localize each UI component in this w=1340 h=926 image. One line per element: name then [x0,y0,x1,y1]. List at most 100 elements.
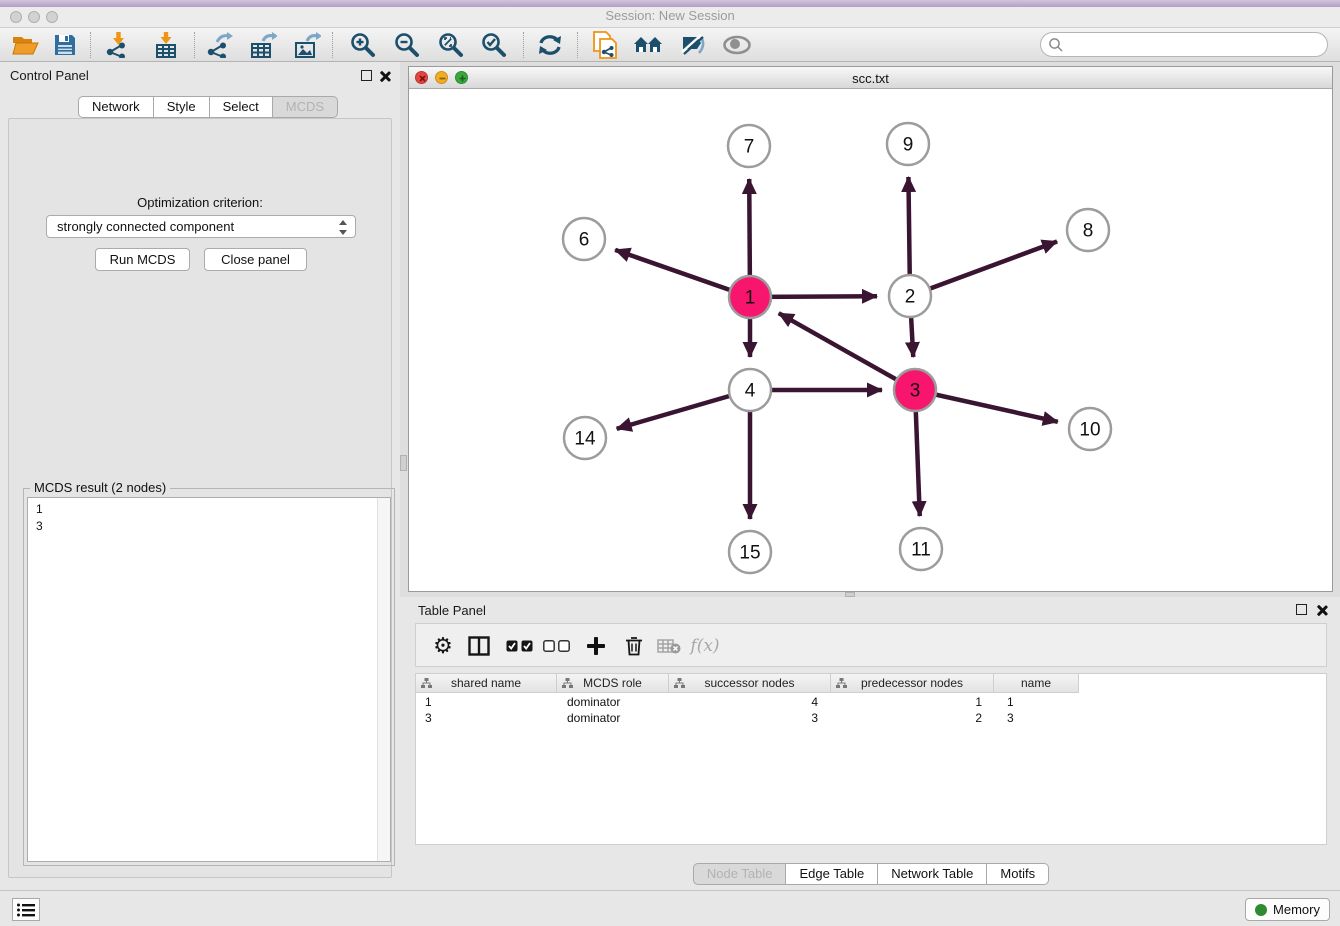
mcds-panel: Optimization criterion: strongly connect… [8,118,392,878]
tab-mcds[interactable]: MCDS [273,96,338,118]
zoom-fit-button[interactable] [432,31,470,59]
graph-node-9[interactable]: 9 [887,123,929,165]
table-row[interactable]: 3dominator323 [416,710,1084,726]
table-panel-title: Table Panel [418,603,486,618]
tab-node-table[interactable]: Node Table [693,863,787,885]
delete-column-button[interactable] [617,624,651,668]
toolbar-separator [90,32,91,58]
close-panel-icon[interactable] [379,70,391,82]
tab-network[interactable]: Network [78,96,154,118]
column-header-MCDS-role[interactable]: MCDS role [557,674,669,693]
tab-style[interactable]: Style [154,96,210,118]
close-panel-icon[interactable] [1316,604,1328,616]
export-network-button[interactable] [200,31,238,59]
table-row[interactable]: 1dominator411 [416,694,1084,710]
vertical-splitter-grip[interactable] [400,455,407,471]
zoom-selected-button[interactable] [475,31,513,59]
graph-node-7[interactable]: 7 [728,125,770,167]
graph-node-1[interactable]: 1 [729,276,771,318]
show-columns-button[interactable] [462,624,496,668]
show-details-button[interactable] [718,31,756,59]
graph-edge-2-8[interactable] [910,241,1057,296]
neighbors-button[interactable] [630,31,668,59]
main-toolbar [0,28,1340,62]
select-all-button[interactable] [502,624,536,668]
column-header-predecessor-nodes[interactable]: predecessor nodes [831,674,994,693]
graph-node-14[interactable]: 14 [564,417,606,459]
add-column-button[interactable] [579,624,613,668]
graph-node-6[interactable]: 6 [563,218,605,260]
result-scrollbar[interactable] [377,498,390,861]
function-builder-button[interactable]: f(x) [688,624,722,668]
tab-motifs[interactable]: Motifs [987,863,1049,885]
toolbar-separator [523,32,524,58]
zoom-out-icon [394,32,420,58]
graph-node-10[interactable]: 10 [1069,408,1111,450]
delete-table-button[interactable] [652,624,686,668]
export-image-icon [293,32,321,58]
select-stepper-icon [338,219,348,242]
table-cell: 3 [671,710,834,726]
table-panel: Table Panel ⚙ [408,597,1334,888]
export-table-button[interactable] [244,31,282,59]
tab-select[interactable]: Select [210,96,273,118]
network-window: scc.txt 7 9 6 8 1 2 4 3 14 10 15 11 [408,66,1333,592]
graph-node-8[interactable]: 8 [1067,209,1109,251]
graph-node-4[interactable]: 4 [729,369,771,411]
column-header-successor-nodes[interactable]: successor nodes [669,674,831,693]
mcds-result-fieldset: MCDS result (2 nodes) 13 [23,488,395,866]
open-session-button[interactable] [6,31,44,59]
tab-network-table[interactable]: Network Table [878,863,987,885]
deselect-all-button[interactable] [539,624,573,668]
zoom-out-button[interactable] [388,31,426,59]
search-input[interactable] [1064,37,1327,52]
node-label: 9 [903,135,914,156]
zoom-fit-icon [438,32,464,58]
table-settings-button[interactable]: ⚙ [426,624,460,668]
close-panel-button[interactable]: Close panel [204,248,307,271]
column-header-label: MCDS role [583,676,642,690]
control-panel-tabs: NetworkStyleSelectMCDS [78,96,338,118]
import-table-icon [153,32,179,58]
edges-layer [615,177,1058,519]
criterion-select[interactable]: strongly connected component [46,215,356,238]
export-table-icon [249,32,277,58]
table-panel-tabs: Node TableEdge TableNetwork TableMotifs [408,863,1334,885]
optimization-criterion-label: Optimization criterion: [9,195,391,210]
float-panel-icon[interactable] [1296,604,1307,615]
graph-node-15[interactable]: 15 [729,531,771,573]
column-header-label: shared name [451,676,521,690]
mcds-result-text[interactable]: 13 [27,497,391,862]
clone-network-button[interactable] [586,31,624,59]
tab-edge-table[interactable]: Edge Table [786,863,878,885]
import-network-button[interactable] [99,31,137,59]
refresh-layout-button[interactable] [531,31,569,59]
delete-table-icon [657,638,681,654]
node-label: 7 [744,137,755,158]
graph-node-11[interactable]: 11 [900,528,942,570]
column-header-shared-name[interactable]: shared name [416,674,557,693]
zoom-in-icon [350,32,376,58]
network-window-titlebar[interactable]: scc.txt [409,67,1332,89]
graph-node-3[interactable]: 3 [894,369,936,411]
zoom-in-button[interactable] [344,31,382,59]
column-type-icon [562,678,573,688]
unchecked-boxes-icon [543,640,570,652]
float-panel-icon[interactable] [361,70,372,81]
import-table-button[interactable] [147,31,185,59]
memory-button[interactable]: Memory [1245,898,1330,921]
table-cell: dominator [558,710,671,726]
trash-icon [624,636,644,656]
column-header-name[interactable]: name [994,674,1079,693]
export-image-button[interactable] [288,31,326,59]
hide-annotations-button[interactable] [674,31,712,59]
result-lines: 13 [36,501,390,535]
task-history-button[interactable] [12,898,40,921]
node-label: 14 [574,429,596,450]
save-session-button[interactable] [46,31,84,59]
graph-edge-3-1[interactable] [779,313,915,390]
run-mcds-button[interactable]: Run MCDS [95,248,190,271]
graph-node-2[interactable]: 2 [889,275,931,317]
network-canvas[interactable]: 7 9 6 8 1 2 4 3 14 10 15 11 [409,89,1332,592]
column-type-icon [836,678,847,688]
